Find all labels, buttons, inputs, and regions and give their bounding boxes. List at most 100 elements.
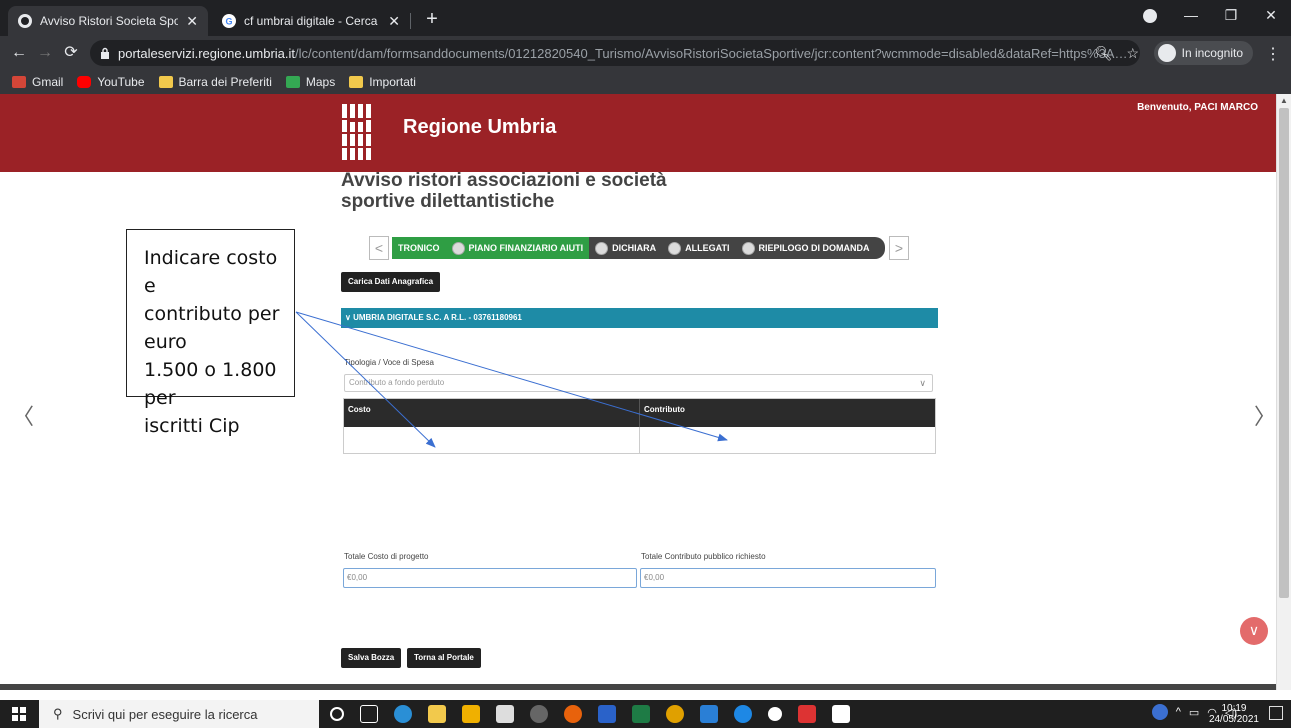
menu-icon[interactable]: ⋮ — [1265, 44, 1281, 64]
notifications-icon[interactable] — [1269, 706, 1283, 720]
step-status-icon — [595, 241, 609, 255]
company-section-header[interactable]: ∨ UMBRIA DIGITALE S.C. A R.L. - 03761180… — [341, 308, 938, 328]
app-icon[interactable] — [700, 705, 718, 723]
brand-name: Regione Umbria — [403, 116, 557, 138]
step-piano-finanziario[interactable]: PIANO FINANZIARIO AIUTI — [445, 237, 590, 259]
total-contribution-field[interactable]: €0,00 — [640, 568, 936, 588]
task-view-icon[interactable] — [360, 705, 378, 723]
incognito-badge[interactable]: In incognito — [1153, 41, 1253, 65]
bookmark-label: Importati — [369, 75, 416, 89]
svg-text:G: G — [226, 17, 233, 27]
app-icon[interactable] — [598, 705, 616, 723]
carousel-next-icon[interactable]: 〉 — [1254, 399, 1276, 431]
save-draft-button[interactable]: Salva Bozza — [341, 648, 402, 668]
url-path: /lc/content/dam/formsanddocuments/012128… — [295, 45, 1130, 61]
store-icon[interactable] — [462, 705, 480, 723]
close-tab-icon[interactable]: ✕ — [186, 13, 198, 30]
zoom-icon[interactable]: 🔍︎ — [1095, 45, 1113, 62]
page-title-line1: Avviso ristori associazioni e società — [341, 170, 667, 191]
page-scrollbar[interactable]: ▲ — [1276, 94, 1291, 690]
skype-icon[interactable] — [734, 705, 752, 723]
file-explorer-icon[interactable] — [428, 705, 446, 723]
annotation-line: 1.500 o 1.800 per — [144, 359, 277, 409]
forward-icon[interactable]: → — [34, 42, 56, 64]
google-icon: G — [222, 14, 236, 28]
maps-icon — [285, 76, 300, 88]
bookmark-label: YouTube — [97, 75, 145, 89]
bookmark-gmail[interactable]: Gmail — [12, 75, 63, 89]
new-tab-icon[interactable]: + — [420, 8, 444, 32]
chrome-icon[interactable] — [666, 705, 684, 723]
bookmark-folder-importati[interactable]: Importati — [349, 75, 416, 89]
excel-icon[interactable] — [632, 705, 650, 723]
total-cost-field[interactable]: €0,00 — [343, 568, 637, 588]
bookmark-star-icon[interactable]: ☆ — [1126, 45, 1139, 62]
step-status-icon — [668, 241, 682, 255]
help-icon[interactable] — [1151, 704, 1168, 720]
scroll-down-icon[interactable]: ∨ — [1240, 617, 1268, 645]
app-icon[interactable] — [798, 705, 816, 723]
scrollbar-thumb[interactable] — [1279, 108, 1289, 598]
minimize-icon[interactable]: — — [1171, 0, 1211, 30]
back-to-portal-button[interactable]: Torna al Portale — [407, 648, 481, 668]
bookmark-youtube[interactable]: YouTube — [77, 75, 145, 89]
carousel-prev-icon[interactable]: 〈 — [12, 399, 34, 431]
incognito-label: In incognito — [1181, 46, 1243, 60]
step-label: TRONICO — [398, 243, 440, 253]
word-icon[interactable] — [832, 705, 850, 723]
browser-toolbar: ← → ⟳ portaleservizi.regione.umbria.it /… — [0, 36, 1291, 70]
step-label: ALLEGATI — [685, 243, 730, 253]
step-status-icon — [741, 241, 755, 255]
cortana-icon[interactable] — [330, 707, 344, 721]
taskbar-clock[interactable]: 10:19 24/05/2021 — [1209, 703, 1259, 725]
stepper-next-button[interactable]: > — [889, 236, 909, 260]
step-riepilogo[interactable]: RIEPILOGO DI DOMANDA — [736, 237, 876, 259]
mail-icon[interactable] — [496, 705, 514, 723]
address-bar[interactable]: portaleservizi.regione.umbria.it /lc/con… — [90, 40, 1140, 66]
chevron-down-icon: ∨ — [345, 313, 354, 322]
battery-icon[interactable]: ▭ — [1189, 706, 1199, 719]
contribution-input-cell[interactable] — [639, 427, 935, 454]
profile-indicator-icon[interactable] — [1143, 9, 1157, 23]
page-title-line2: sportive dilettantistiche — [341, 191, 555, 212]
chevron-up-icon[interactable]: ^ — [1176, 706, 1181, 718]
browser-tab-strip: Avviso Ristori Societa Sportive ✕ G cf u… — [0, 0, 1291, 36]
total-contribution-label: Totale Contributo pubblico richiesto — [641, 552, 766, 561]
bookmark-label: Gmail — [32, 75, 64, 89]
tab-avviso-ristori[interactable]: Avviso Ristori Societa Sportive ✕ — [8, 6, 208, 36]
stepper-prev-button[interactable]: < — [369, 236, 389, 260]
app-icon[interactable] — [530, 705, 548, 723]
omnibox-actions: 🔍︎ ☆ — [1095, 45, 1139, 62]
reload-icon[interactable]: ⟳ — [60, 42, 82, 64]
annotation-line: contributo per euro — [144, 303, 280, 353]
restore-icon[interactable]: ❐ — [1211, 0, 1251, 30]
load-anagrafica-button[interactable]: Carica Dati Anagrafica — [341, 272, 441, 292]
expense-type-select[interactable]: Contributo a fondo perduto ∨ — [344, 374, 933, 392]
bookmark-maps[interactable]: Maps — [285, 75, 335, 89]
cost-input-cell[interactable] — [344, 427, 639, 454]
bookmark-folder-preferiti[interactable]: Barra dei Preferiti — [158, 75, 272, 89]
settings-icon[interactable] — [768, 707, 782, 721]
step-label: DICHIARA — [612, 243, 657, 253]
table-header: Costo Contributo — [344, 399, 935, 427]
url-host: portaleservizi.regione.umbria.it — [118, 45, 296, 61]
close-tab-icon[interactable]: ✕ — [388, 13, 400, 30]
step-tronico[interactable]: TRONICO — [392, 237, 446, 259]
tab-title: Avviso Ristori Societa Sportive — [40, 14, 179, 28]
step-dichiara[interactable]: DICHIARA — [589, 237, 662, 259]
back-icon[interactable]: ← — [8, 42, 30, 64]
tab-google-search[interactable]: G cf umbrai digitale - Cerca con Goo ✕ — [212, 6, 410, 36]
expense-type-label: Tipologia / Voce di Spesa — [344, 358, 434, 367]
lock-icon — [101, 47, 109, 59]
page-title: Avviso ristori associazioni e società sp… — [341, 170, 761, 212]
windows-start-icon[interactable] — [12, 707, 26, 721]
scroll-up-icon[interactable]: ▲ — [1280, 96, 1288, 105]
taskbar-search[interactable]: ⚲ Scrivi qui per eseguire la ricerca — [39, 700, 319, 728]
app-icon[interactable] — [564, 705, 582, 723]
table-row — [344, 427, 935, 454]
step-allegati[interactable]: ALLEGATI — [662, 237, 735, 259]
cost-table: Costo Contributo — [343, 398, 936, 454]
edge-icon[interactable] — [394, 705, 412, 723]
chevron-down-icon: ∨ — [919, 378, 926, 388]
close-window-icon[interactable]: ✕ — [1251, 0, 1291, 30]
